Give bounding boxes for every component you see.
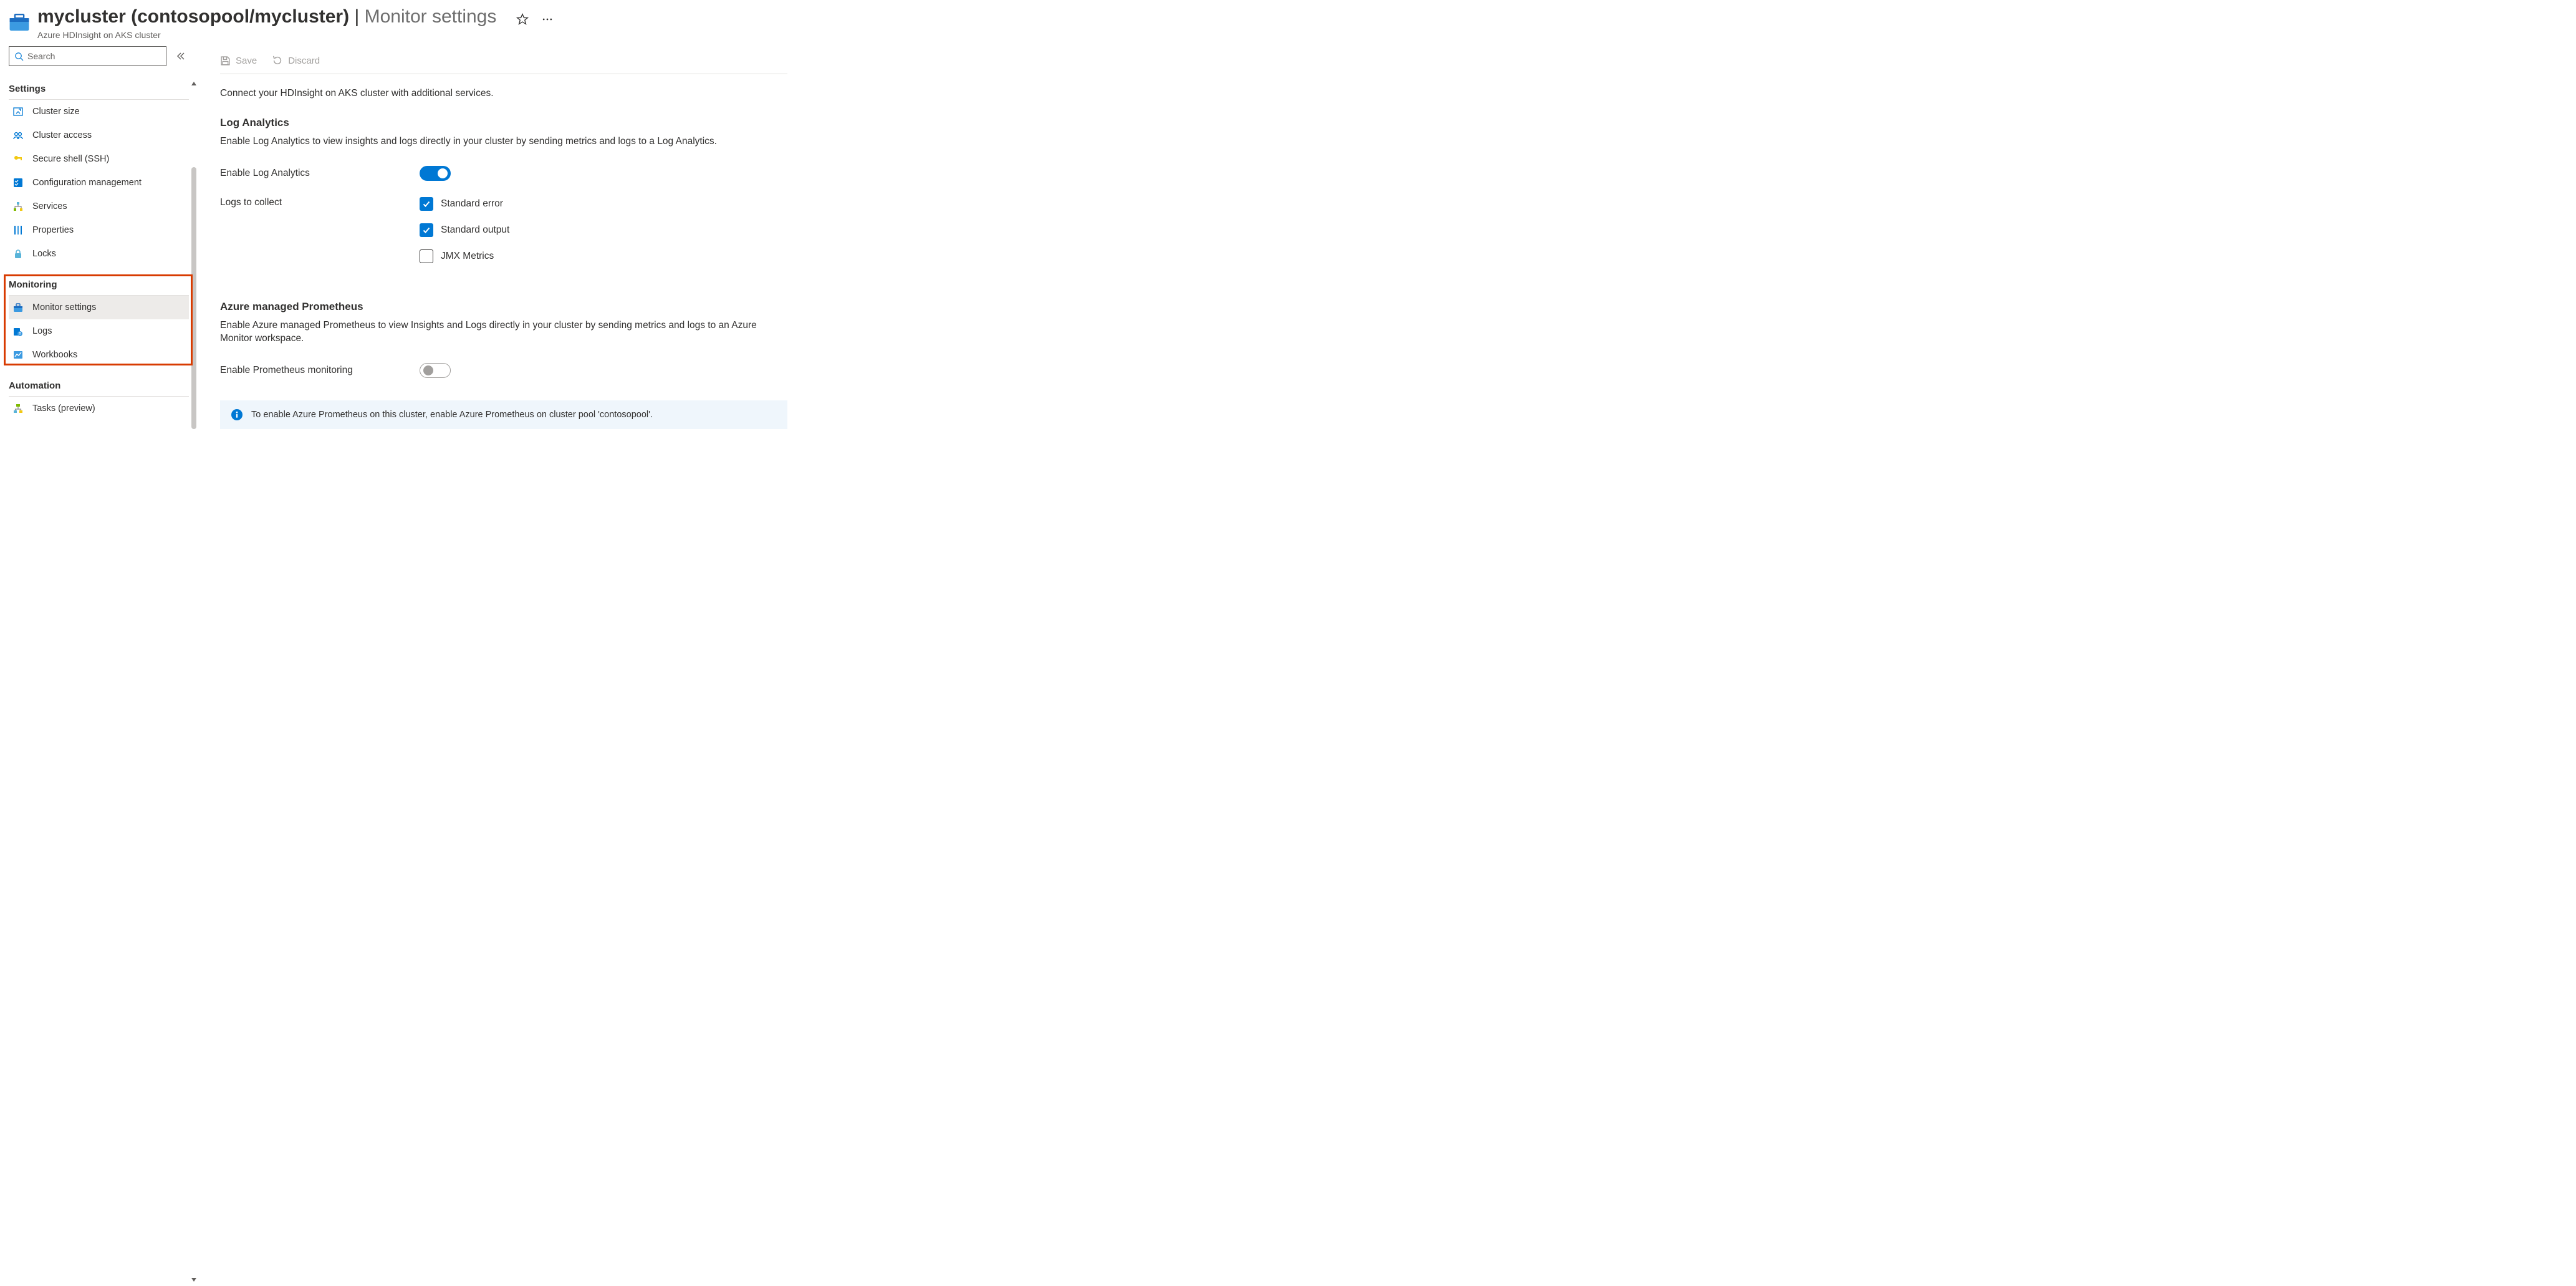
people-icon <box>12 130 24 141</box>
enable-prometheus-label: Enable Prometheus monitoring <box>220 365 420 376</box>
prometheus-info-text: To enable Azure Prometheus on this clust… <box>251 410 653 420</box>
checkbox-jmx-metrics[interactable] <box>420 249 433 263</box>
sidebar-item-label: Logs <box>32 326 52 336</box>
scroll-up-arrow[interactable] <box>191 79 197 85</box>
info-icon <box>231 409 243 420</box>
main-content: Save Discard Connect your HDInsight on A… <box>191 42 2576 1285</box>
search-input[interactable] <box>27 51 161 61</box>
resource-type-label: Azure HDInsight on AKS cluster <box>37 30 554 40</box>
logs-icon <box>12 326 24 337</box>
sidebar-item-logs[interactable]: Logs <box>9 319 189 343</box>
collapse-sidebar-button[interactable] <box>174 50 186 62</box>
hierarchy-icon <box>12 201 24 212</box>
lock-icon <box>12 248 24 259</box>
sidebar-search[interactable] <box>9 46 166 66</box>
sidebar-item-label: Services <box>32 201 67 211</box>
log-analytics-title: Log Analytics <box>220 117 2551 129</box>
sidebar-item-label: Workbooks <box>32 350 77 360</box>
checkbox-standard-output[interactable] <box>420 223 433 237</box>
sidebar: Settings Cluster size Cluster access Secure… <box>0 42 191 1285</box>
sidebar-item-label: Monitor settings <box>32 302 96 312</box>
sidebar-item-cluster-access[interactable]: Cluster access <box>9 123 189 147</box>
discard-icon <box>272 55 283 66</box>
sidebar-item-label: Secure shell (SSH) <box>32 154 109 164</box>
enable-log-analytics-toggle[interactable] <box>420 166 451 181</box>
nav-group-monitoring: Monitoring <box>9 277 189 294</box>
nav-group-settings: Settings <box>9 81 189 98</box>
nav-group-automation: Automation <box>9 378 189 395</box>
scrollbar-thumb[interactable] <box>191 167 196 429</box>
sidebar-item-monitor-settings[interactable]: Monitor settings <box>9 296 189 319</box>
sidebar-item-locks[interactable]: Locks <box>9 242 189 266</box>
enable-prometheus-toggle[interactable] <box>420 363 451 378</box>
scroll-down-arrow[interactable] <box>191 1275 197 1281</box>
sidebar-item-tasks-preview-[interactable]: Tasks (preview) <box>9 397 189 420</box>
enable-log-analytics-label: Enable Log Analytics <box>220 168 420 179</box>
checklist-icon <box>12 177 24 188</box>
search-icon <box>14 52 24 61</box>
prometheus-desc: Enable Azure managed Prometheus to view … <box>220 319 787 346</box>
checkbox-label: JMX Metrics <box>441 251 494 262</box>
sidebar-item-label: Cluster access <box>32 130 92 140</box>
workbook-icon <box>12 349 24 360</box>
sidebar-item-label: Cluster size <box>32 107 80 117</box>
save-icon <box>220 56 231 66</box>
sidebar-item-cluster-size[interactable]: Cluster size <box>9 100 189 123</box>
sidebar-item-secure-shell-ssh-[interactable]: Secure shell (SSH) <box>9 147 189 171</box>
more-icon[interactable] <box>541 13 554 26</box>
logs-to-collect-label: Logs to collect <box>220 197 420 208</box>
key-icon <box>12 153 24 165</box>
checkbox-label: Standard output <box>441 225 509 236</box>
checkbox-standard-error[interactable] <box>420 197 433 211</box>
sidebar-item-properties[interactable]: Properties <box>9 218 189 242</box>
sidebar-item-label: Locks <box>32 249 56 259</box>
sidebar-item-configuration-management[interactable]: Configuration management <box>9 171 189 195</box>
sidebar-item-label: Configuration management <box>32 178 142 188</box>
command-bar: Save Discard <box>220 42 2551 74</box>
scale-icon <box>12 106 24 117</box>
save-button[interactable]: Save <box>220 56 257 66</box>
log-analytics-desc: Enable Log Analytics to view insights an… <box>220 135 787 148</box>
sidebar-item-workbooks[interactable]: Workbooks <box>9 343 189 367</box>
monitor-icon <box>12 302 24 313</box>
sidebar-item-label: Properties <box>32 225 74 235</box>
sidebar-item-services[interactable]: Services <box>9 195 189 218</box>
sidebar-item-label: Tasks (preview) <box>32 404 95 413</box>
checkbox-label: Standard error <box>441 198 503 210</box>
prometheus-info-banner: To enable Azure Prometheus on this clust… <box>220 400 787 429</box>
prometheus-title: Azure managed Prometheus <box>220 301 2551 313</box>
intro-text: Connect your HDInsight on AKS cluster wi… <box>220 88 2551 99</box>
properties-icon <box>12 225 24 236</box>
tasks-icon <box>12 403 24 414</box>
favorite-star-icon[interactable] <box>516 13 529 26</box>
discard-button[interactable]: Discard <box>272 55 320 66</box>
page-title: mycluster (contosopool/mycluster) | Moni… <box>37 6 496 27</box>
resource-icon <box>7 10 31 34</box>
